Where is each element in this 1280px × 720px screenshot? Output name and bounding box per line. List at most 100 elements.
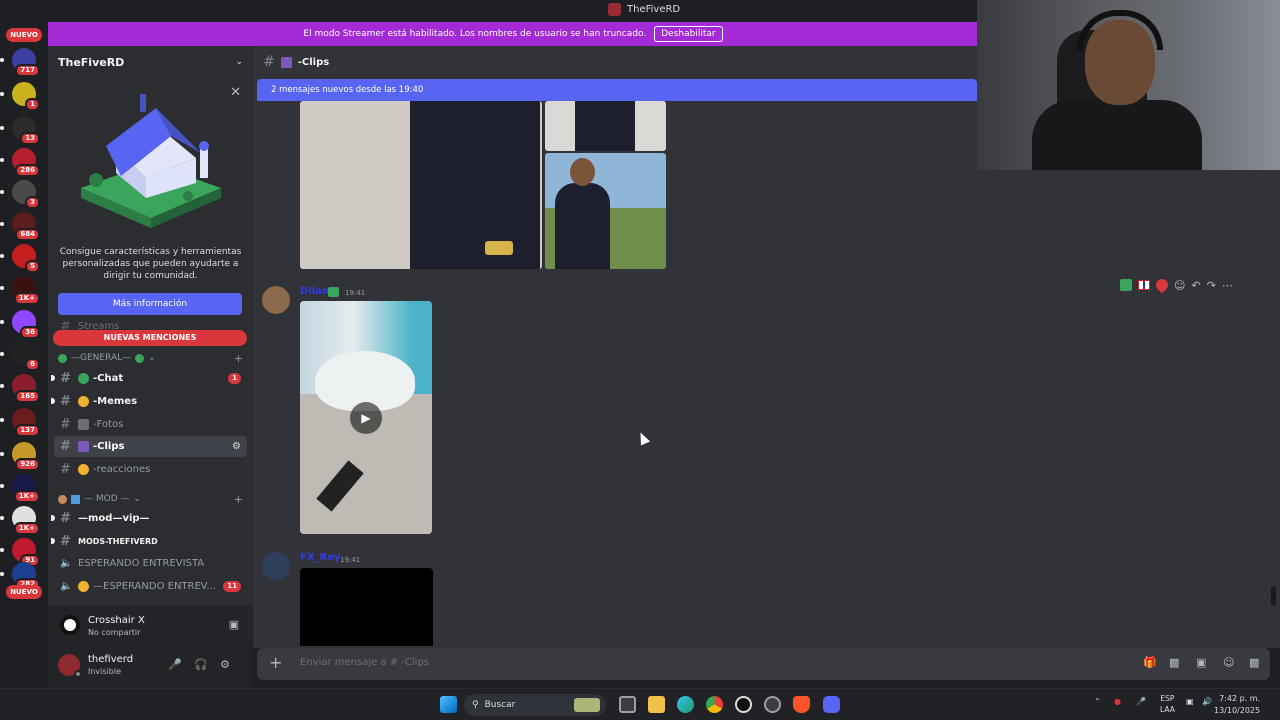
new-mentions-pill[interactable]: NUEVAS MENCIONES xyxy=(53,330,247,346)
language-indicator[interactable]: ESP LAA xyxy=(1160,693,1175,715)
start-icon[interactable] xyxy=(440,696,457,713)
hash-icon: # xyxy=(60,511,71,526)
emoji-icon[interactable]: ☺ xyxy=(1223,656,1234,669)
clock[interactable]: 7:42 p. m. 13/10/2025 xyxy=(1214,693,1260,717)
computer-icon xyxy=(71,494,80,504)
mic-muted-icon[interactable]: 🎤 xyxy=(168,658,182,671)
gif-icon[interactable]: ▩ xyxy=(1169,656,1179,669)
server-icon[interactable]: 717 xyxy=(0,48,40,77)
clock-time: 7:42 p. m. xyxy=(1219,694,1261,703)
server-icon[interactable]: 286 xyxy=(0,148,40,177)
chrome-icon[interactable] xyxy=(706,696,723,713)
voice-channel-esperando-2[interactable]: 🔈 —ESPERANDO ENTREV... 11 xyxy=(54,576,247,597)
channel-clips[interactable]: # -Clips ⚙ xyxy=(54,436,247,457)
mic-icon[interactable]: 🎤 xyxy=(1136,697,1146,706)
server-icon[interactable]: 684 xyxy=(0,212,40,241)
channel-mod-vip[interactable]: # —mod—vip— xyxy=(51,508,247,529)
server-icon[interactable]: 1K+ xyxy=(0,474,40,503)
hash-icon: # xyxy=(60,534,71,549)
voice-channel-esperando[interactable]: 🔈 ESPERANDO ENTREVISTA xyxy=(54,553,247,574)
server-icon[interactable]: 6 xyxy=(0,342,40,371)
hash-icon: # xyxy=(60,417,71,432)
volume-icon[interactable]: 🔊 xyxy=(1202,697,1212,706)
channel-settings-icons[interactable]: ⚙ xyxy=(232,441,241,452)
sticker-icon[interactable]: ▣ xyxy=(1196,656,1206,669)
more-icon[interactable]: ⋯ xyxy=(1222,279,1233,292)
category-mod[interactable]: — MOD — ⌄ + xyxy=(58,493,243,506)
guild-header[interactable]: TheFiveRD ⌄ xyxy=(48,46,253,78)
gear-icon[interactable]: ⚙ xyxy=(220,658,230,671)
server-icon[interactable]: 3 xyxy=(0,180,40,209)
server-icon[interactable]: 1 xyxy=(0,82,40,111)
add-channel-icon[interactable]: + xyxy=(234,352,243,365)
app-icon[interactable] xyxy=(764,696,781,713)
scrollbar[interactable] xyxy=(1271,586,1276,606)
flag-reaction-icon[interactable] xyxy=(1138,280,1150,290)
close-icon[interactable]: ✕ xyxy=(230,85,241,100)
server-mention-badge: 684 xyxy=(15,228,40,241)
channel-chat[interactable]: # -Chat 1 xyxy=(51,368,247,389)
photo-top-right[interactable] xyxy=(545,101,666,151)
play-icon[interactable]: ▶ xyxy=(350,402,382,434)
channel-title: -Clips xyxy=(297,56,330,68)
avatar[interactable] xyxy=(262,286,290,314)
channel-mods-thefiverd[interactable]: # MODS-THEFIVERD xyxy=(51,531,247,552)
server-icon[interactable]: 137 xyxy=(0,408,40,437)
message-author[interactable]: Dilan xyxy=(300,286,329,297)
server-icon[interactable]: 165 xyxy=(0,374,40,403)
apps-icon[interactable]: ▩ xyxy=(1249,656,1259,669)
brave-icon[interactable] xyxy=(793,696,810,713)
heart-reaction-icon[interactable] xyxy=(1153,276,1171,294)
add-attachment-icon[interactable]: + xyxy=(269,653,282,672)
server-icon[interactable]: 5 xyxy=(0,244,40,273)
task-view-icon[interactable] xyxy=(619,696,636,713)
server-icon[interactable]: 282 xyxy=(0,562,40,591)
new-servers-pill-top[interactable]: NUEVO xyxy=(6,28,42,42)
edge-icon[interactable] xyxy=(677,696,694,713)
taskbar-search[interactable]: ⚲ Buscar xyxy=(464,694,606,716)
server-icon[interactable]: 926 xyxy=(0,442,40,471)
category-label: — MOD — xyxy=(84,494,130,504)
channel-fotos[interactable]: # -Fotos xyxy=(54,414,247,435)
message-author[interactable]: FX_Rey xyxy=(300,552,341,563)
video-attachment[interactable] xyxy=(300,568,433,646)
headphones-icon[interactable]: 🎧 xyxy=(194,658,208,671)
channel-memes[interactable]: # -Memes xyxy=(51,391,247,412)
add-reaction-icon[interactable]: ☺ xyxy=(1174,279,1185,292)
chevron-up-icon[interactable]: ⌃ xyxy=(1094,697,1101,706)
chevron-down-icon: ⌄ xyxy=(235,57,243,67)
check-reaction-icon[interactable] xyxy=(1120,279,1132,291)
category-general[interactable]: —GENERAL— ⌄ + xyxy=(58,352,243,365)
more-info-button[interactable]: Más información xyxy=(58,293,242,315)
disable-streamer-button[interactable]: Deshabilitar xyxy=(654,26,723,42)
forward-icon[interactable]: ↷ xyxy=(1207,279,1216,292)
server-icon[interactable]: 91 xyxy=(0,538,40,567)
server-icon[interactable]: 1K+ xyxy=(0,276,40,305)
username: thefiverd xyxy=(88,654,134,665)
add-channel-icon[interactable]: + xyxy=(234,493,243,506)
screen-share-icon[interactable]: ▣ xyxy=(229,618,239,631)
new-servers-pill-bottom[interactable]: NUEVO xyxy=(6,585,42,599)
unread-indicator xyxy=(0,352,4,356)
tray-app-icon[interactable]: ● xyxy=(1114,697,1121,706)
file-explorer-icon[interactable] xyxy=(648,696,665,713)
channel-reacciones[interactable]: # -reacciones xyxy=(54,459,247,480)
message-input[interactable]: Enviar mensaje a # -Clips xyxy=(300,657,429,668)
server-icon[interactable]: 13 xyxy=(0,116,40,145)
server-icon[interactable]: 1K+ xyxy=(0,506,40,535)
photo-main[interactable] xyxy=(300,101,542,269)
server-icon[interactable]: 36 xyxy=(0,310,40,339)
network-icon[interactable]: ▣ xyxy=(1186,697,1194,706)
message-time: 19:41 xyxy=(345,289,366,297)
crosshair-icon[interactable] xyxy=(735,696,752,713)
gift-icon[interactable]: 🎁 xyxy=(1143,656,1157,669)
avatar[interactable] xyxy=(262,552,290,580)
new-messages-bar[interactable]: 2 mensajes nuevos desde las 19:40 xyxy=(257,79,977,101)
photo-bottom-right[interactable] xyxy=(545,153,666,269)
reply-icon[interactable]: ↶ xyxy=(1191,279,1200,292)
channel-label: ESPERANDO ENTREVISTA xyxy=(78,558,205,569)
globe-emoji-icon xyxy=(78,373,89,384)
unread-indicator xyxy=(0,418,4,422)
video-attachment[interactable]: ▶ xyxy=(300,301,432,534)
discord-icon[interactable] xyxy=(823,696,840,713)
